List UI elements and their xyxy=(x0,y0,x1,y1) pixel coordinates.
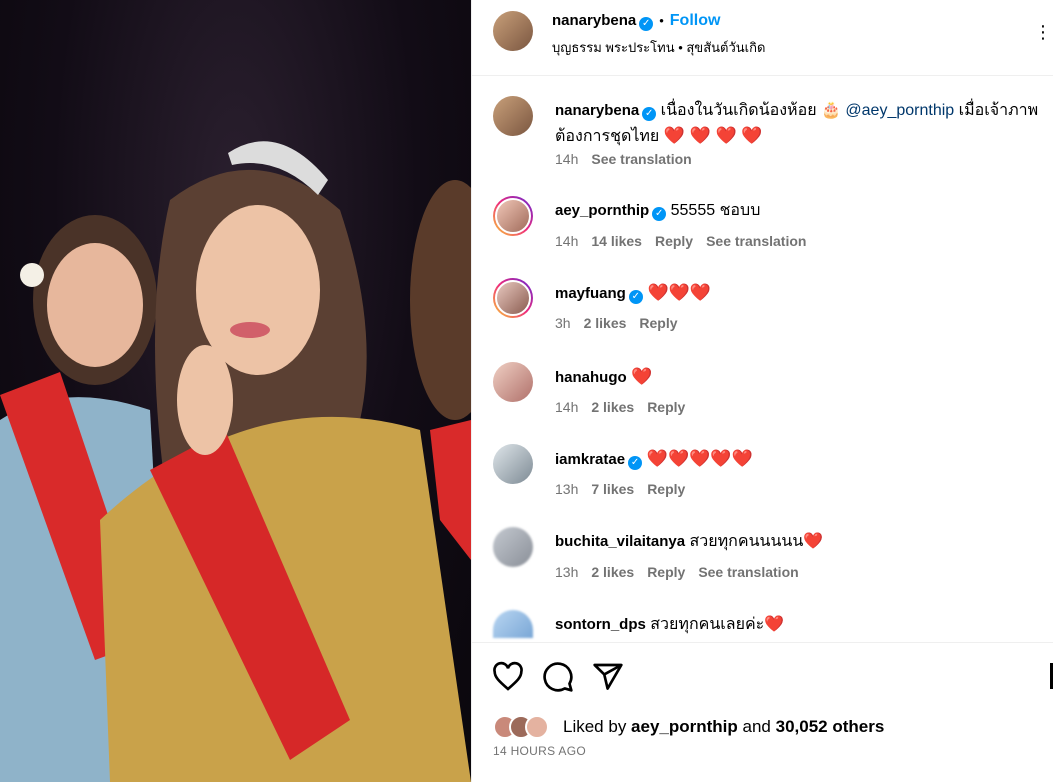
comment-time: 14h xyxy=(555,399,579,415)
commenter-avatar[interactable] xyxy=(493,196,533,236)
commenter-avatar[interactable] xyxy=(493,362,533,402)
comments-list: nanarybena ✓ เนื่องในวันเกิดน้องห้อย 🎂 @a… xyxy=(472,76,1053,642)
reply-button[interactable]: Reply xyxy=(647,564,685,580)
comment-icon[interactable] xyxy=(542,661,574,693)
caption-avatar[interactable] xyxy=(493,96,533,136)
comment-text: iamkratae ✓ ❤️❤️❤️❤️❤️ xyxy=(555,446,1045,472)
flower xyxy=(20,263,44,287)
verified-icon: ✓ xyxy=(639,17,654,31)
comment-text: hanahugo ❤️ xyxy=(555,364,1045,390)
liked-prefix: Liked by xyxy=(563,717,632,736)
see-translation-link[interactable]: See translation xyxy=(591,151,691,167)
mini-avatar xyxy=(525,715,549,739)
comment-likes[interactable]: 2 likes xyxy=(591,399,634,415)
share-icon[interactable] xyxy=(592,661,624,693)
comment-likes[interactable]: 7 likes xyxy=(591,481,634,497)
audio-line[interactable]: บุญธรรม พระประโทน • สุขสันต์วันเกิด xyxy=(552,37,765,58)
see-translation-link[interactable]: See translation xyxy=(698,564,798,580)
comment-item: iamkratae ✓ ❤️❤️❤️❤️❤️ 13h 7 likes Reply xyxy=(472,444,1053,504)
post-header: nanarybena ✓ • Follow บุญธรรม พระประโทน • ส… xyxy=(472,0,1053,76)
author-line: nanarybena ✓ • Follow xyxy=(552,12,720,31)
follow-button[interactable]: Follow xyxy=(670,12,721,29)
commenter-avatar[interactable] xyxy=(493,278,533,318)
comment-body: สวยทุกคนนนนน❤️ xyxy=(685,533,824,550)
comment-time: 13h xyxy=(555,481,579,497)
comment-time: 3h xyxy=(555,315,571,331)
comment-likes[interactable]: 2 likes xyxy=(591,564,634,580)
commenter-avatar[interactable] xyxy=(493,527,533,567)
separator-dot: • xyxy=(659,13,664,28)
comment-body: ❤️❤️❤️❤️❤️ xyxy=(642,449,753,468)
liked-by-text: Liked by aey_pornthip and 30,052 others xyxy=(563,717,884,737)
reply-button[interactable]: Reply xyxy=(655,233,693,249)
liked-mid: and xyxy=(737,717,776,736)
commenter-avatar[interactable] xyxy=(493,444,533,484)
caption: nanarybena ✓ เนื่องในวันเกิดน้องห้อย 🎂 @a… xyxy=(472,96,1053,176)
reply-button[interactable]: Reply xyxy=(647,481,685,497)
post-timestamp[interactable]: 14 HOURS AGO xyxy=(493,744,586,758)
caption-time: 14h xyxy=(555,151,579,167)
more-options-icon[interactable]: ⋮ xyxy=(1034,22,1052,43)
comment-item: hanahugo ❤️ 14h 2 likes Reply xyxy=(472,362,1053,422)
caption-username[interactable]: nanarybena xyxy=(555,102,639,119)
caption-body-1: เนื่องในวันเกิดน้องห้อย 🎂 xyxy=(656,102,846,119)
comment-item: sontorn_dps สวยทุกคนเลยค่ะ❤️ xyxy=(472,610,1053,642)
comment-meta: 14h 14 likes Reply See translation xyxy=(555,233,819,249)
comment-meta: 13h 2 likes Reply See translation xyxy=(555,564,812,580)
post-image[interactable] xyxy=(0,0,471,782)
reply-button[interactable]: Reply xyxy=(647,399,685,415)
post-photo-illustration xyxy=(0,141,471,782)
author-username[interactable]: nanarybena xyxy=(552,12,636,29)
caption-text: nanarybena ✓ เนื่องในวันเกิดน้องห้อย 🎂 @a… xyxy=(555,98,1045,149)
comment-meta: 13h 7 likes Reply xyxy=(555,481,698,497)
heart-icon[interactable] xyxy=(492,661,524,693)
comment-item: mayfuang ✓ ❤️❤️❤️ 3h 2 likes Reply xyxy=(472,278,1053,338)
comment-likes[interactable]: 2 likes xyxy=(584,315,627,331)
comment-username[interactable]: buchita_vilaitanya xyxy=(555,533,685,550)
caption-meta: 14h See translation xyxy=(555,151,705,167)
verified-icon: ✓ xyxy=(652,207,667,221)
comment-item: aey_pornthip ✓ 55555 ชอบบ 14h 14 likes Repl… xyxy=(472,196,1053,256)
comment-body: 55555 ชอบบ xyxy=(666,202,761,219)
center-person-hand xyxy=(177,345,233,455)
liked-by-avatars xyxy=(493,715,563,739)
verified-icon: ✓ xyxy=(642,107,657,121)
comment-body: ❤️❤️❤️ xyxy=(642,283,712,302)
liked-count[interactable]: 30,052 others xyxy=(776,717,885,736)
commenter-avatar[interactable] xyxy=(493,610,533,638)
comment-text: mayfuang ✓ ❤️❤️❤️ xyxy=(555,280,1045,306)
comment-item: buchita_vilaitanya สวยทุกคนนนนน❤️ 13h 2 l… xyxy=(472,527,1053,587)
comment-time: 14h xyxy=(555,233,579,249)
comment-meta: 14h 2 likes Reply xyxy=(555,399,698,415)
comment-username[interactable]: mayfuang xyxy=(555,285,626,302)
comment-body: สวยทุกคนเลยค่ะ❤️ xyxy=(645,616,785,633)
caption-hearts: ❤️ ❤️ ❤️ ❤️ xyxy=(663,126,763,145)
see-translation-link[interactable]: See translation xyxy=(706,233,806,249)
comment-likes[interactable]: 14 likes xyxy=(591,233,642,249)
comment-meta: 3h 2 likes Reply xyxy=(555,315,691,331)
post-actions: Liked by aey_pornthip and 30,052 others … xyxy=(472,642,1053,782)
avatar-image xyxy=(495,280,531,316)
comment-time: 13h xyxy=(555,564,579,580)
comment-text: sontorn_dps สวยทุกคนเลยค่ะ❤️ xyxy=(555,612,1045,637)
smile xyxy=(230,322,270,338)
right-person-hair xyxy=(410,180,471,420)
liked-user[interactable]: aey_pornthip xyxy=(631,717,738,736)
avatar-image xyxy=(495,198,531,234)
comment-body: ❤️ xyxy=(626,367,653,386)
right-person-sash xyxy=(430,420,471,560)
verified-icon: ✓ xyxy=(628,290,643,304)
comment-text: aey_pornthip ✓ 55555 ชอบบ xyxy=(555,198,1045,223)
author-avatar[interactable] xyxy=(493,11,533,51)
comment-username[interactable]: hanahugo xyxy=(555,369,627,386)
comment-username[interactable]: iamkratae xyxy=(555,451,625,468)
verified-icon: ✓ xyxy=(628,456,643,470)
comment-username[interactable]: sontorn_dps xyxy=(555,616,646,633)
caption-mention[interactable]: @aey_pornthip xyxy=(845,102,954,119)
comment-text: buchita_vilaitanya สวยทุกคนนนนน❤️ xyxy=(555,529,1045,554)
post-sidebar: nanarybena ✓ • Follow บุญธรรม พระประโทน • ส… xyxy=(471,0,1053,782)
left-person-face xyxy=(47,243,143,367)
reply-button[interactable]: Reply xyxy=(639,315,677,331)
comment-username[interactable]: aey_pornthip xyxy=(555,202,649,219)
